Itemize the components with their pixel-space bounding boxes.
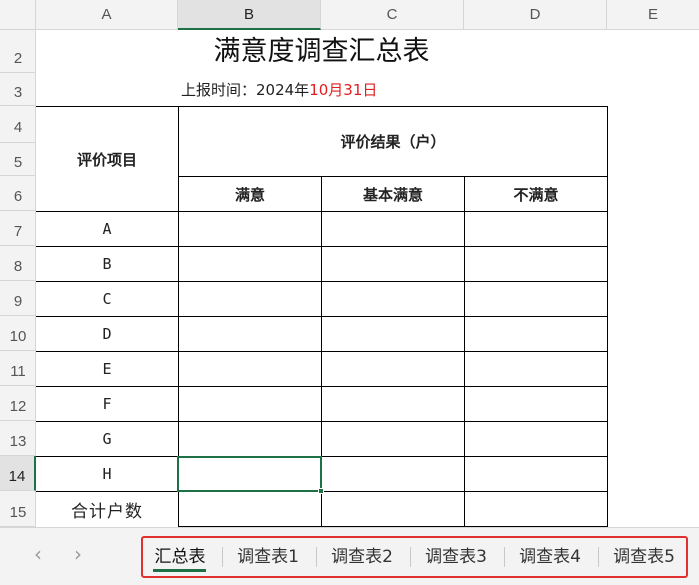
- column-header-d[interactable]: D: [464, 0, 607, 30]
- subheader-satisfied: 满意: [234, 185, 265, 204]
- item-label[interactable]: E: [36, 352, 178, 386]
- tab-survey-2[interactable]: 调查表2: [322, 542, 402, 572]
- tab-separator: [222, 547, 223, 567]
- tab-survey-1[interactable]: 调查表1: [228, 542, 308, 572]
- report-date-highlight: 10月31日: [309, 81, 378, 99]
- row-header-15[interactable]: 15: [0, 491, 36, 527]
- report-date-prefix: 上报时间：2024年: [181, 81, 310, 99]
- item-label[interactable]: H: [36, 457, 178, 491]
- prev-sheet-button[interactable]: ‹: [28, 542, 48, 566]
- item-label[interactable]: B: [36, 247, 178, 281]
- column-header-a[interactable]: A: [36, 0, 178, 30]
- row-header-6[interactable]: 6: [0, 176, 36, 211]
- row-header-5[interactable]: 5: [0, 143, 36, 176]
- item-label[interactable]: D: [36, 317, 178, 351]
- tab-separator: [504, 547, 505, 567]
- total-households-label[interactable]: 合计户数: [36, 492, 178, 526]
- subheader-basically-satisfied: 基本满意: [362, 185, 423, 204]
- selected-cell-b14[interactable]: [177, 456, 322, 492]
- row-header-12[interactable]: 12: [0, 386, 36, 421]
- row-header-11[interactable]: 11: [0, 351, 36, 386]
- tab-survey-5[interactable]: 调查表5: [604, 542, 684, 572]
- subheader-unsatisfied: 不满意: [513, 185, 559, 204]
- report-date: 上报时间：2024年10月31日: [181, 78, 481, 102]
- tab-survey-3[interactable]: 调查表3: [416, 542, 496, 572]
- column-header-b[interactable]: B: [178, 0, 321, 30]
- tab-separator: [316, 547, 317, 567]
- tab-separator: [410, 547, 411, 567]
- item-label[interactable]: A: [36, 212, 178, 246]
- column-header-bar: A B C D E: [0, 0, 699, 30]
- tab-survey-4[interactable]: 调查表4: [510, 542, 590, 572]
- fill-handle[interactable]: [318, 488, 324, 494]
- row-header-7[interactable]: 7: [0, 211, 36, 246]
- row-header-10[interactable]: 10: [0, 316, 36, 351]
- row-header-bar: 2 3 4 5 6 7 8 9 10 11 12 13 14 15: [0, 30, 36, 527]
- row-header-4[interactable]: 4: [0, 106, 36, 143]
- item-label[interactable]: G: [36, 422, 178, 456]
- table-border-col-d: [464, 176, 465, 527]
- row-header-8[interactable]: 8: [0, 246, 36, 281]
- sheet-title: 满意度调查汇总表: [213, 36, 430, 67]
- item-label[interactable]: C: [36, 282, 178, 316]
- table-border-right: [607, 106, 608, 527]
- sheet-tab-bar: ‹ › 汇总表 调查表1 调查表2 调查表3 调查表4 调查表5: [0, 527, 699, 585]
- tab-summary[interactable]: 汇总表: [150, 542, 210, 572]
- row-header-13[interactable]: 13: [0, 421, 36, 456]
- active-tab-underline: [153, 569, 206, 572]
- row-header-9[interactable]: 9: [0, 281, 36, 316]
- item-label[interactable]: F: [36, 387, 178, 421]
- row-header-2[interactable]: 2: [0, 30, 36, 73]
- column-header-e[interactable]: E: [607, 0, 699, 30]
- worksheet[interactable]: 满意度调查汇总表 上报时间：2024年10月31日 评价项目 评价结果（户） 满…: [36, 30, 699, 527]
- row-header-3[interactable]: 3: [0, 73, 36, 106]
- next-sheet-button[interactable]: ›: [68, 542, 88, 566]
- select-all-corner[interactable]: [0, 0, 36, 30]
- row-header-14[interactable]: 14: [0, 456, 36, 491]
- header-evaluation-result: 评价结果（户）: [340, 133, 446, 151]
- column-header-c[interactable]: C: [321, 0, 464, 30]
- header-evaluation-item: 评价项目: [76, 150, 137, 169]
- tab-separator: [598, 547, 599, 567]
